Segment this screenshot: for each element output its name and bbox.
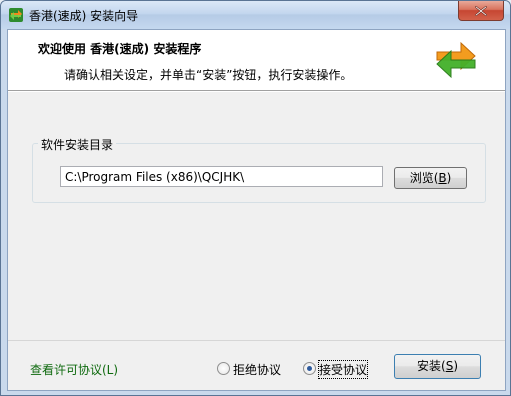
accept-radio[interactable] xyxy=(303,362,316,375)
app-icon xyxy=(9,8,23,22)
reject-radio[interactable] xyxy=(217,362,230,375)
client-area: 欢迎使用 香港(速成) 安装程序 请确认相关设定，并单击“安装”按钮，执行安装操… xyxy=(7,29,506,391)
reject-label[interactable]: 拒绝协议 xyxy=(233,361,281,378)
view-license-link[interactable]: 查看许可协议(L) xyxy=(30,361,118,378)
instruction-text: 请确认相关设定，并单击“安装”按钮，执行安装操作。 xyxy=(64,68,353,82)
close-icon xyxy=(475,6,487,16)
accept-label[interactable]: 接受协议 xyxy=(317,360,369,379)
browse-button[interactable]: 浏览(B) xyxy=(394,167,467,189)
header-divider xyxy=(8,91,505,92)
browse-label: 浏览 xyxy=(409,171,434,185)
installer-logo-icon xyxy=(436,41,476,79)
close-button[interactable] xyxy=(458,1,504,21)
welcome-heading: 欢迎使用 香港(速成) 安装程序 xyxy=(38,42,202,56)
install-key: S xyxy=(445,359,454,373)
title-bar[interactable]: 香港(速成) 安装向导 xyxy=(1,1,510,29)
install-path-input[interactable] xyxy=(60,166,383,187)
footer-divider xyxy=(8,340,505,341)
browse-key: B xyxy=(438,171,447,185)
install-dir-label: 软件安装目录 xyxy=(38,136,117,153)
header-panel: 欢迎使用 香港(速成) 安装程序 请确认相关设定，并单击“安装”按钮，执行安装操… xyxy=(8,30,505,91)
installer-window: 香港(速成) 安装向导 欢迎使用 香港(速成) 安装程序 请确认相关设定，并单击… xyxy=(0,0,511,396)
install-label: 安装 xyxy=(416,359,441,373)
install-button[interactable]: 安装(S) xyxy=(394,354,481,379)
window-title: 香港(速成) 安装向导 xyxy=(29,9,139,23)
